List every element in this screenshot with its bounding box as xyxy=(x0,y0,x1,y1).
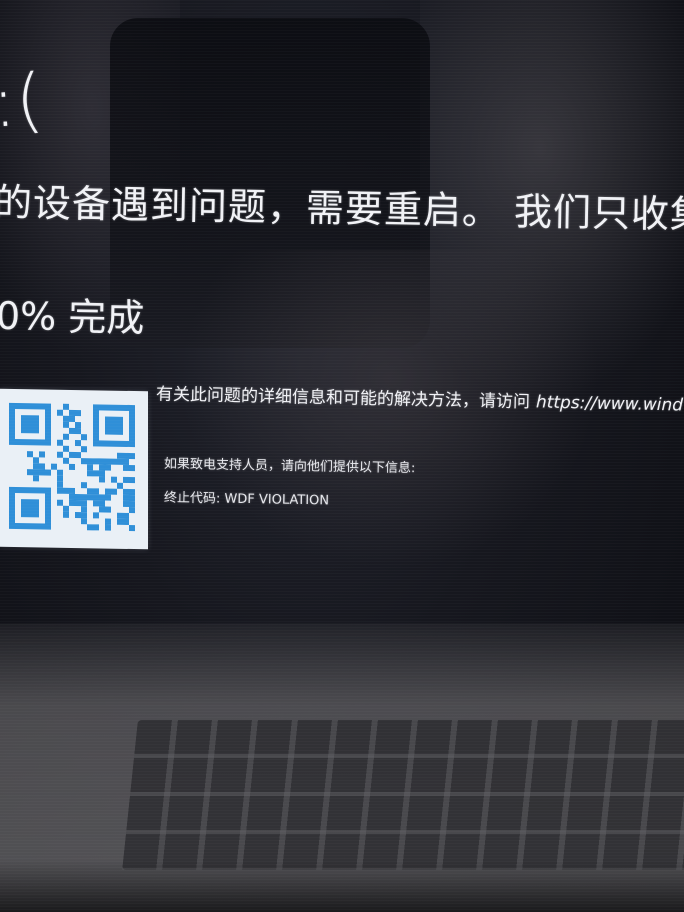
progress-text: 0% 完成 xyxy=(0,293,145,341)
reflection-keyboard-rows xyxy=(122,720,684,870)
sad-face-emoticon: :( xyxy=(0,58,46,144)
bottom-shadow xyxy=(0,860,684,912)
qr-code-icon xyxy=(0,388,148,550)
stop-code: 终止代码: WDF VIOLATION xyxy=(163,490,330,509)
photo-of-screen: :( 的设备遇到问题，需要重启。 我们只收集某 0% 完成 有关此问题的详细信息… xyxy=(0,0,684,912)
info-url-link[interactable]: https://www.wind xyxy=(536,392,684,415)
